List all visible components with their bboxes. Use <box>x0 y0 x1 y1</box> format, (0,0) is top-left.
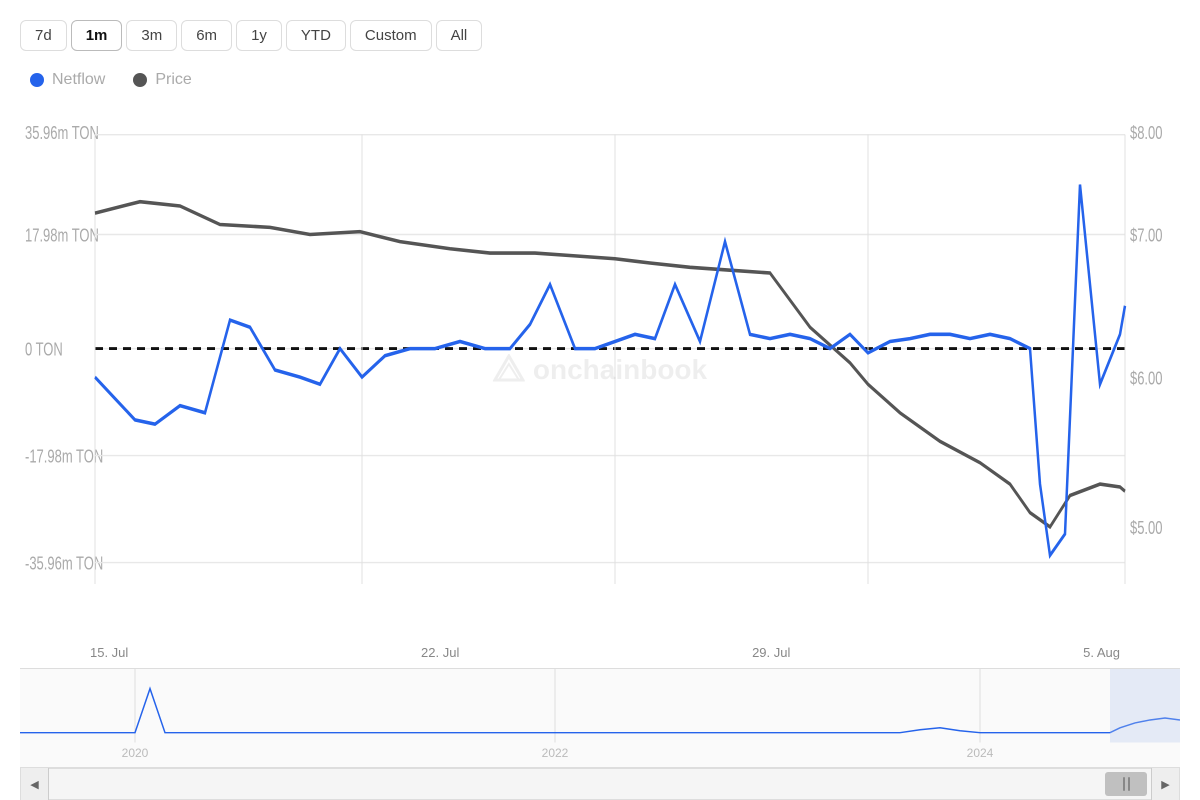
time-btn-7d[interactable]: 7d <box>20 20 67 51</box>
mini-chart-container: 2020 2022 2024 <box>20 668 1180 768</box>
svg-text:-35.96m TON: -35.96m TON <box>25 555 103 575</box>
time-btn-all[interactable]: All <box>436 20 483 51</box>
scroll-thumb-lines <box>1123 777 1130 791</box>
scroll-line-2 <box>1128 777 1130 791</box>
scrollbar-area: ◀ ▶ <box>20 768 1180 800</box>
svg-text:17.98m TON: 17.98m TON <box>25 227 99 247</box>
main-container: 7d1m3m6m1yYTDCustomAll Netflow Price onc… <box>0 0 1200 800</box>
x-label-15jul: 15. Jul <box>90 645 128 660</box>
netflow-dot <box>30 73 44 87</box>
svg-text:-17.98m TON: -17.98m TON <box>25 448 103 468</box>
price-label: Price <box>155 71 191 89</box>
x-label-29jul: 29. Jul <box>752 645 790 660</box>
svg-text:2022: 2022 <box>542 746 569 760</box>
time-range-bar: 7d1m3m6m1yYTDCustomAll <box>20 20 1180 51</box>
svg-text:$6.00: $6.00 <box>1130 369 1163 389</box>
svg-text:$5.00: $5.00 <box>1130 519 1163 539</box>
legend-netflow: Netflow <box>30 71 105 89</box>
scroll-track <box>49 768 1151 800</box>
main-chart-wrapper: onchainbook 35.96m TON 17.98m TON 0 TON … <box>20 99 1180 641</box>
mini-chart-svg: 2020 2022 2024 <box>20 669 1180 767</box>
chart-section: onchainbook 35.96m TON 17.98m TON 0 TON … <box>20 99 1180 800</box>
netflow-label: Netflow <box>52 71 105 89</box>
svg-text:2024: 2024 <box>967 746 994 760</box>
x-label-22jul: 22. Jul <box>421 645 459 660</box>
scroll-thumb[interactable] <box>1105 772 1147 796</box>
time-btn-3m[interactable]: 3m <box>126 20 177 51</box>
price-dot <box>133 73 147 87</box>
scroll-line-1 <box>1123 777 1125 791</box>
x-label-5aug: 5. Aug <box>1083 645 1120 660</box>
time-btn-6m[interactable]: 6m <box>181 20 232 51</box>
svg-text:2020: 2020 <box>122 746 149 760</box>
svg-text:0 TON: 0 TON <box>25 341 63 361</box>
time-btn-1y[interactable]: 1y <box>236 20 282 51</box>
svg-text:$8.00: $8.00 <box>1130 124 1163 144</box>
legend: Netflow Price <box>20 71 1180 89</box>
svg-text:35.96m TON: 35.96m TON <box>25 124 99 144</box>
time-btn-ytd[interactable]: YTD <box>286 20 346 51</box>
scroll-left-arrow[interactable]: ◀ <box>21 768 49 800</box>
main-chart-svg: 35.96m TON 17.98m TON 0 TON -17.98m TON … <box>20 99 1180 641</box>
x-axis-labels: 15. Jul 22. Jul 29. Jul 5. Aug <box>20 641 1180 664</box>
svg-text:$7.00: $7.00 <box>1130 227 1163 247</box>
time-btn-1m[interactable]: 1m <box>71 20 123 51</box>
scroll-right-arrow[interactable]: ▶ <box>1151 768 1179 800</box>
time-btn-custom[interactable]: Custom <box>350 20 432 51</box>
legend-price: Price <box>133 71 191 89</box>
